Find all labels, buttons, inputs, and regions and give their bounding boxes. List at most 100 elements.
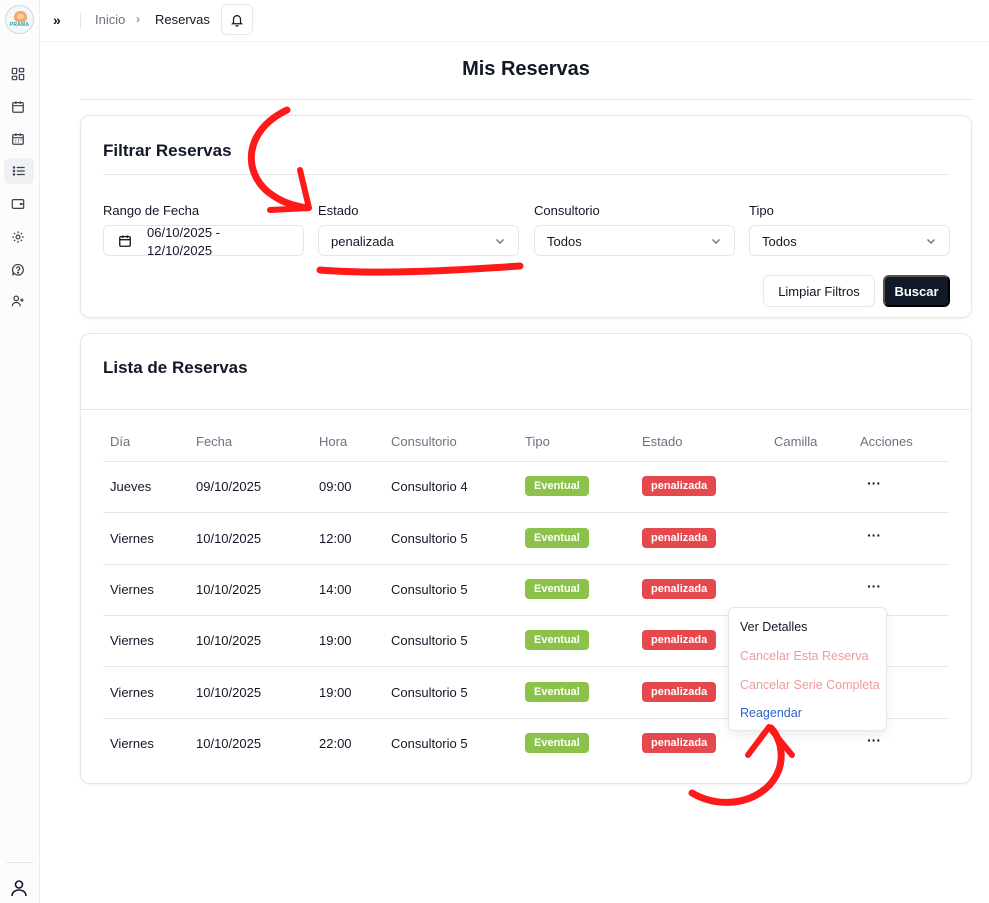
row-actions-button[interactable]: ··· [867, 732, 881, 748]
estado-badge: penalizada [642, 733, 717, 753]
row-actions-button[interactable]: ··· [867, 527, 881, 543]
sidebar: PRAMA [0, 0, 40, 903]
cell-dia: Jueves [110, 479, 152, 494]
menu-cancelar-reserva[interactable]: Cancelar Esta Reserva [740, 649, 869, 663]
logo-mark [14, 11, 27, 22]
column-dia: Día [110, 434, 131, 449]
tipo-select[interactable]: Todos [749, 225, 950, 256]
estado-select[interactable]: penalizada [318, 225, 519, 256]
notifications-button[interactable] [221, 4, 253, 35]
column-estado: Estado [642, 434, 683, 449]
filter-divider [103, 174, 949, 175]
user-plus-icon [11, 295, 24, 307]
estado-badge: penalizada [642, 579, 717, 599]
gear-icon [12, 231, 24, 243]
wallet-icon [11, 199, 25, 209]
sidebar-item-settings[interactable] [9, 228, 27, 246]
calendar-grid-icon [12, 133, 24, 145]
column-consultorio: Consultorio [391, 434, 457, 449]
cell-dia: Viernes [110, 531, 154, 546]
table-row: Viernes 10/10/2025 12:00 Consultorio 5 Event… [103, 513, 949, 565]
tipo-badge: Eventual [525, 476, 589, 496]
calendar-icon [12, 101, 24, 113]
cell-consultorio: Consultorio 4 [391, 479, 468, 494]
tipo-label: Tipo [749, 203, 774, 218]
cell-hora: 12:00 [319, 531, 352, 546]
cell-consultorio: Consultorio 5 [391, 582, 468, 597]
date-range-label: Rango de Fecha [103, 203, 200, 218]
account-button[interactable] [9, 878, 29, 898]
cell-hora: 22:00 [319, 736, 352, 751]
estado-value: penalizada [331, 234, 394, 249]
search-button[interactable]: Buscar [883, 275, 950, 307]
column-hora: Hora [319, 434, 348, 449]
cell-dia: Viernes [110, 633, 154, 648]
row-actions-button[interactable]: ··· [867, 578, 881, 594]
sidebar-item-dashboard[interactable] [9, 65, 27, 83]
list-title: Lista de Reservas [103, 358, 248, 377]
cell-fecha: 10/10/2025 [196, 633, 262, 648]
breadcrumb-separator: › [136, 12, 140, 26]
estado-badge: penalizada [642, 682, 717, 702]
table-header: Día Fecha Hora Consultorio Tipo Estado C… [103, 432, 949, 462]
chevron-down-icon [496, 239, 504, 244]
sidebar-item-wallet[interactable] [9, 195, 27, 213]
bell-icon [231, 14, 243, 27]
title-divider [80, 99, 972, 100]
estado-label: Estado [318, 203, 359, 218]
tipo-badge: Eventual [525, 579, 589, 599]
breadcrumb-reservas: Reservas [155, 12, 210, 27]
tipo-badge: Eventual [525, 682, 589, 702]
menu-ver-detalles[interactable]: Ver Detalles [740, 620, 807, 634]
cell-consultorio: Consultorio 5 [391, 736, 468, 751]
cell-dia: Viernes [110, 582, 154, 597]
cell-dia: Viernes [110, 736, 154, 751]
sidebar-divider [6, 862, 33, 863]
clear-filters-button[interactable]: Limpiar Filtros [763, 275, 875, 307]
help-icon [11, 263, 24, 276]
sidebar-item-calendar[interactable] [9, 98, 27, 116]
cell-hora: 19:00 [319, 685, 352, 700]
estado-badge: penalizada [642, 630, 717, 650]
sidebar-item-calendar-grid[interactable] [9, 130, 27, 148]
tipo-value: Todos [762, 234, 797, 249]
topbar: » Inicio › Reservas [40, 0, 989, 42]
consultorio-select[interactable]: Todos [534, 225, 735, 256]
consultorio-value: Todos [547, 234, 582, 249]
breadcrumb-inicio[interactable]: Inicio [95, 12, 125, 27]
prama-logo[interactable]: PRAMA [5, 5, 34, 34]
cell-hora: 14:00 [319, 582, 352, 597]
cell-hora: 09:00 [319, 479, 352, 494]
cell-fecha: 10/10/2025 [196, 736, 262, 751]
logo-text: PRAMA [9, 22, 30, 28]
user-icon [11, 880, 27, 897]
topbar-divider [80, 12, 81, 29]
sidebar-item-help[interactable] [9, 261, 27, 279]
tipo-badge: Eventual [525, 733, 589, 753]
chevron-down-icon [712, 239, 720, 244]
estado-badge: penalizada [642, 476, 717, 496]
cell-fecha: 10/10/2025 [196, 582, 262, 597]
filter-card: Filtrar Reservas Rango de Fecha 06/10/20… [80, 115, 972, 318]
date-range-value: 06/10/2025 - 12/10/2025 [147, 225, 221, 258]
table-row: Jueves 09/10/2025 09:00 Consultorio 4 Eventu… [103, 461, 949, 513]
sidebar-item-add-user[interactable] [9, 292, 27, 310]
cell-hora: 19:00 [319, 633, 352, 648]
list-icon [12, 166, 25, 176]
menu-cancelar-serie[interactable]: Cancelar Serie Completa [740, 678, 880, 692]
cell-fecha: 10/10/2025 [196, 531, 262, 546]
tipo-badge: Eventual [525, 630, 589, 650]
cell-fecha: 10/10/2025 [196, 685, 262, 700]
menu-reagendar[interactable]: Reagendar [740, 706, 802, 720]
sidebar-item-reservas[interactable] [4, 158, 34, 184]
list-divider [81, 409, 971, 410]
cell-consultorio: Consultorio 5 [391, 531, 468, 546]
chevron-down-icon [927, 239, 935, 244]
row-actions-button[interactable]: ··· [867, 475, 881, 491]
column-acciones: Acciones [860, 434, 913, 449]
expand-sidebar-button[interactable]: » [53, 12, 61, 28]
date-range-picker[interactable]: 06/10/2025 - 12/10/2025 [103, 225, 304, 258]
consultorio-label: Consultorio [534, 203, 600, 218]
cell-fecha: 09/10/2025 [196, 479, 262, 494]
calendar-icon [119, 235, 131, 247]
